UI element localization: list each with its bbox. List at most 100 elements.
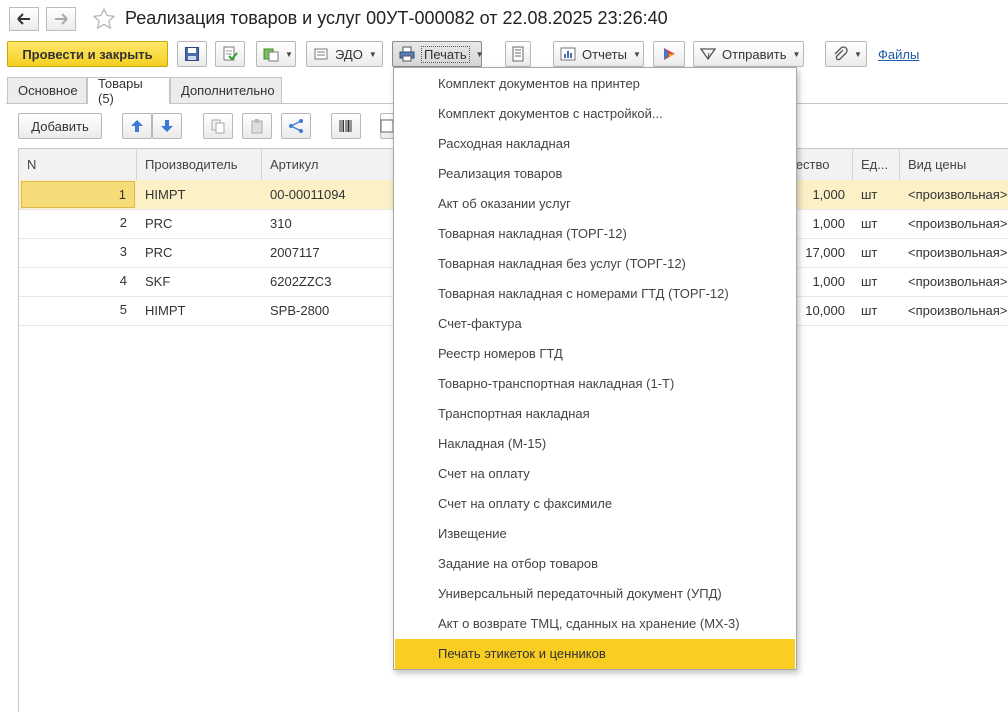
- favorite-star-icon[interactable]: [92, 7, 116, 31]
- add-row-label: Добавить: [31, 118, 89, 134]
- tab-goods[interactable]: Товары (5): [87, 76, 170, 106]
- edo-label: ЭДО: [335, 46, 363, 62]
- cell-unit: шт: [861, 303, 878, 318]
- move-up-button[interactable]: [122, 113, 152, 139]
- printer-icon: [399, 46, 415, 62]
- print-menu-item[interactable]: Извещение: [395, 519, 795, 549]
- column-header-n[interactable]: N: [19, 149, 137, 180]
- tab-label: Товары (5): [98, 76, 143, 106]
- print-label: Печать: [421, 45, 470, 63]
- paste-icon: [251, 119, 263, 134]
- more-table-actions-button[interactable]: [380, 113, 394, 139]
- print-menu-item[interactable]: Товарно-транспортная накладная (1-Т): [395, 369, 795, 399]
- print-menu-item[interactable]: Универсальный передаточный документ (УПД…: [395, 579, 795, 609]
- post-and-close-label: Провести и закрыть: [22, 46, 153, 62]
- messenger-icon: [664, 48, 675, 60]
- list-icon: [512, 46, 524, 62]
- messenger-button[interactable]: [653, 41, 685, 67]
- cell-article: 00-00011094: [270, 187, 346, 202]
- print-menu-item[interactable]: Счет на оплату: [395, 459, 795, 489]
- print-menu-item[interactable]: Транспортная накладная: [395, 399, 795, 429]
- split-icon: [289, 119, 303, 133]
- create-based-on-icon: [263, 48, 279, 62]
- print-menu-item[interactable]: Задание на отбор товаров: [395, 549, 795, 579]
- cell-unit: шт: [861, 216, 878, 231]
- column-header-unit[interactable]: Ед...: [853, 149, 900, 180]
- cell-maker: HIMPT: [145, 303, 186, 318]
- print-button[interactable]: Печать ▼: [392, 41, 484, 67]
- print-menu-item[interactable]: Акт о возврате ТМЦ, сданных на хранение …: [395, 609, 795, 639]
- copy-icon: [211, 119, 225, 134]
- dropdown-arrow-icon: ▼: [285, 49, 293, 59]
- attachments-button[interactable]: ▼: [825, 41, 867, 67]
- edo-button[interactable]: ЭДО ▼: [306, 41, 383, 67]
- split-row-button[interactable]: [281, 113, 311, 139]
- print-menu-item[interactable]: Акт об оказании услуг: [395, 189, 795, 219]
- column-header-price-type[interactable]: Вид цены: [900, 149, 1008, 180]
- paste-button[interactable]: [242, 113, 272, 139]
- barcode-button[interactable]: [331, 113, 361, 139]
- column-header-article[interactable]: Артикул: [262, 149, 397, 180]
- add-row-button[interactable]: Добавить: [18, 113, 102, 139]
- reports-button[interactable]: Отчеты ▼: [553, 41, 644, 67]
- cell-unit: шт: [861, 245, 878, 260]
- back-button[interactable]: [9, 7, 39, 31]
- print-menu-item[interactable]: Товарная накладная (ТОРГ-12): [395, 219, 795, 249]
- dropdown-arrow-icon: ▼: [632, 49, 641, 59]
- send-icon: [700, 48, 716, 61]
- save-button[interactable]: [177, 41, 207, 67]
- post-document-icon: [223, 46, 238, 61]
- print-menu-item[interactable]: Печать этикеток и ценников: [395, 639, 795, 669]
- forward-button[interactable]: [46, 7, 76, 31]
- tab-label: Дополнительно: [181, 83, 275, 98]
- print-menu-item[interactable]: Товарная накладная без услуг (ТОРГ-12): [395, 249, 795, 279]
- cell-price-type: <произвольная>: [908, 274, 1008, 289]
- send-button[interactable]: Отправить ▼: [693, 41, 804, 67]
- files-link[interactable]: Файлы: [878, 47, 919, 62]
- move-down-button[interactable]: [152, 113, 182, 139]
- create-based-on-button[interactable]: ▼: [256, 41, 296, 67]
- arrow-left-icon: [17, 13, 30, 25]
- print-menu-item[interactable]: Комплект документов на принтер: [395, 69, 795, 99]
- cell-number: 3: [119, 244, 127, 259]
- reports-icon: [560, 47, 576, 61]
- print-menu-item[interactable]: Счет-фактура: [395, 309, 795, 339]
- cell-unit: шт: [861, 187, 878, 202]
- cell-maker: PRC: [145, 245, 173, 260]
- print-menu-item[interactable]: Реестр номеров ГТД: [395, 339, 795, 369]
- send-label: Отправить: [722, 46, 787, 62]
- dropdown-arrow-icon: ▼: [475, 49, 484, 59]
- cell-maker: SKF: [145, 274, 171, 289]
- edo-icon: [314, 48, 328, 60]
- dropdown-arrow-icon: ▼: [368, 49, 377, 59]
- barcode-icon: [339, 120, 352, 132]
- copy-row-button[interactable]: [203, 113, 233, 139]
- column-header-maker[interactable]: Производитель: [137, 149, 262, 180]
- arrow-up-icon: [131, 120, 143, 132]
- cell-price-type: <произвольная>: [908, 187, 1008, 202]
- cell-maker: PRC: [145, 216, 173, 231]
- tab-label: Основное: [18, 83, 78, 98]
- dropdown-arrow-icon: ▼: [792, 49, 801, 59]
- print-menu: Комплект документов на принтер Комплект д…: [393, 67, 797, 670]
- document-journal-button[interactable]: [505, 41, 531, 67]
- print-menu-item[interactable]: Расходная накладная: [395, 129, 795, 159]
- tab-additional[interactable]: Дополнительно: [170, 77, 282, 103]
- print-menu-item[interactable]: Реализация товаров: [395, 159, 795, 189]
- print-menu-item[interactable]: Счет на оплату с факсимиле: [395, 489, 795, 519]
- print-menu-item[interactable]: Накладная (М-15): [395, 429, 795, 459]
- arrow-right-icon: [55, 13, 68, 25]
- post-button[interactable]: [215, 41, 245, 67]
- reports-label: Отчеты: [582, 46, 627, 62]
- cell-number: 1: [21, 181, 135, 208]
- save-icon: [185, 47, 199, 61]
- cell-article: 6202ZZC3: [270, 274, 332, 289]
- print-menu-item[interactable]: Товарная накладная с номерами ГТД (ТОРГ-…: [395, 279, 795, 309]
- cell-unit: шт: [861, 274, 878, 289]
- cell-article: 310: [270, 216, 292, 231]
- cell-number: 5: [119, 302, 127, 317]
- print-menu-item[interactable]: Комплект документов с настройкой...: [395, 99, 795, 129]
- cell-article: 2007117: [270, 245, 320, 260]
- tab-main[interactable]: Основное: [7, 77, 87, 103]
- post-and-close-button[interactable]: Провести и закрыть: [7, 41, 168, 67]
